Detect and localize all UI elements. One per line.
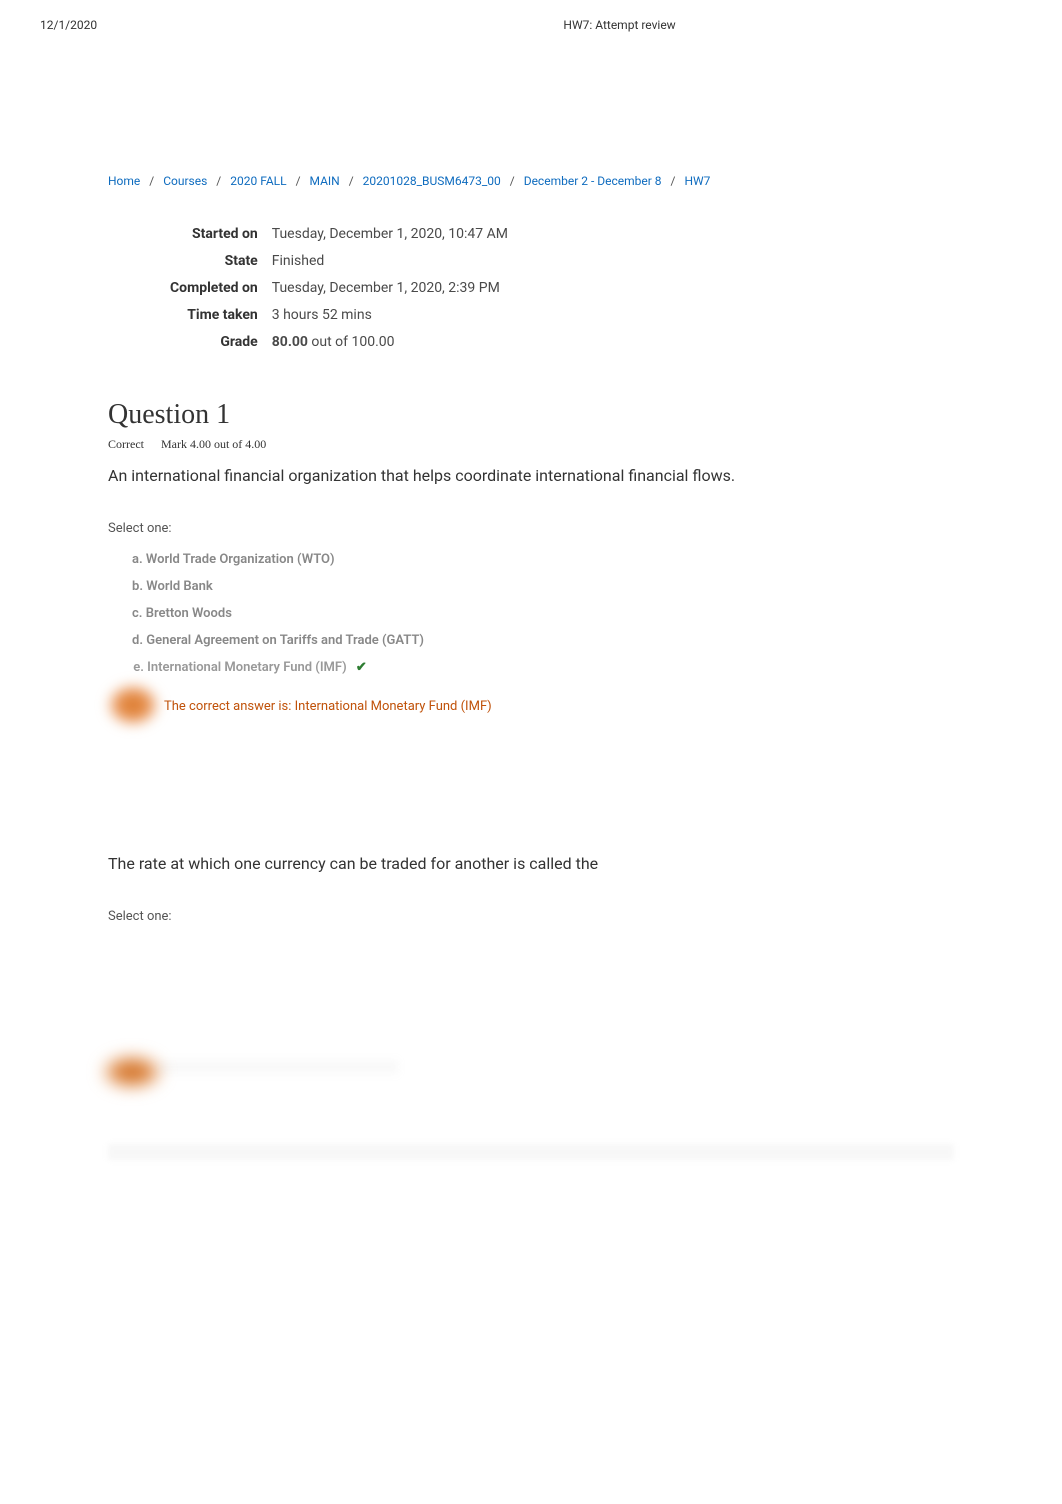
question-title: Question 1 <box>108 399 954 431</box>
breadcrumb-2020fall[interactable]: 2020 FALL <box>230 174 286 188</box>
option-text: World Bank <box>146 579 213 594</box>
option-key: e. <box>133 660 144 675</box>
blur-overlay <box>100 1054 164 1090</box>
page-header: 12/1/2020 HW7: Attempt review <box>0 0 1062 44</box>
summary-value: Tuesday, December 1, 2020, 2:39 PM <box>272 278 508 303</box>
blurred-footer-bar <box>108 1144 954 1160</box>
options-list: a. World Trade Organization (WTO) b. Wor… <box>108 546 954 681</box>
summary-row: State Finished <box>170 251 508 276</box>
summary-row: Completed on Tuesday, December 1, 2020, … <box>170 278 508 303</box>
option-key: c. <box>132 606 142 621</box>
option-a[interactable]: a. World Trade Organization (WTO) <box>132 546 954 573</box>
option-c[interactable]: c. Bretton Woods <box>132 600 954 627</box>
breadcrumb-sep: / <box>216 174 221 188</box>
option-b[interactable]: b. World Bank <box>132 573 954 600</box>
header-title: HW7: Attempt review <box>97 18 1022 32</box>
breadcrumb-sep: / <box>296 174 301 188</box>
summary-row: Started on Tuesday, December 1, 2020, 10… <box>170 224 508 249</box>
breadcrumb-course-code[interactable]: 20201028_BUSM6473_00 <box>363 174 501 188</box>
option-text: World Trade Organization (WTO) <box>146 552 335 567</box>
question-meta: Correct Mark 4.00 out of 4.00 <box>108 437 954 452</box>
summary-row-grade: Grade 80.00 out of 100.00 <box>170 332 508 357</box>
question-2: The rate at which one currency can be tr… <box>108 854 954 1160</box>
question-status: Correct <box>108 437 144 451</box>
option-e[interactable]: e. International Monetary Fund (IMF) ✔ <box>112 654 954 681</box>
option-key: b. <box>132 579 143 594</box>
select-one-label: Select one: <box>108 521 954 536</box>
grade-number: 80.00 <box>272 334 308 350</box>
summary-grade-value: 80.00 out of 100.00 <box>272 332 508 357</box>
breadcrumb-courses[interactable]: Courses <box>163 174 207 188</box>
header-date: 12/1/2020 <box>40 18 97 32</box>
option-text: General Agreement on Tariffs and Trade (… <box>146 633 424 648</box>
breadcrumb: Home / Courses / 2020 FALL / MAIN / 2020… <box>108 174 954 188</box>
correct-answer: International Monetary Fund (IMF) <box>295 699 492 714</box>
blurred-feedback <box>108 1054 954 1114</box>
question-1: Question 1 Correct Mark 4.00 out of 4.00… <box>108 399 954 714</box>
option-text: International Monetary Fund (IMF) <box>147 660 346 675</box>
summary-label: Completed on <box>170 278 270 303</box>
summary-label: Time taken <box>170 305 270 330</box>
question-text: An international financial organization … <box>108 466 954 485</box>
breadcrumb-sep: / <box>349 174 354 188</box>
summary-grade-label: Grade <box>170 332 270 357</box>
summary-value: 3 hours 52 mins <box>272 305 508 330</box>
summary-value: Finished <box>272 251 508 276</box>
grade-suffix: out of 100.00 <box>308 334 395 350</box>
summary-label: State <box>170 251 270 276</box>
breadcrumb-week[interactable]: December 2 - December 8 <box>524 174 662 188</box>
question-mark: Mark 4.00 out of 4.00 <box>161 437 266 451</box>
correct-prefix: The correct answer is: <box>164 699 295 714</box>
breadcrumb-sep: / <box>510 174 515 188</box>
main-content: Home / Courses / 2020 FALL / MAIN / 2020… <box>0 44 1062 1200</box>
blur-line <box>158 1060 398 1074</box>
option-key: d. <box>132 633 143 648</box>
correct-feedback: The correct answer is: International Mon… <box>126 699 954 714</box>
select-one-label: Select one: <box>108 909 954 924</box>
radio-icon <box>112 661 126 675</box>
option-key: a. <box>132 552 143 567</box>
option-d[interactable]: d. General Agreement on Tariffs and Trad… <box>132 627 954 654</box>
breadcrumb-main[interactable]: MAIN <box>310 174 340 188</box>
question-text: The rate at which one currency can be tr… <box>108 854 954 873</box>
check-icon: ✔ <box>356 660 367 675</box>
summary-value: Tuesday, December 1, 2020, 10:47 AM <box>272 224 508 249</box>
summary-row: Time taken 3 hours 52 mins <box>170 305 508 330</box>
breadcrumb-hw7[interactable]: HW7 <box>684 174 710 188</box>
summary-label: Started on <box>170 224 270 249</box>
option-text: Bretton Woods <box>146 606 232 621</box>
attempt-summary-table: Started on Tuesday, December 1, 2020, 10… <box>168 222 510 359</box>
breadcrumb-sep: / <box>149 174 154 188</box>
breadcrumb-sep: / <box>671 174 676 188</box>
correct-answer-text: The correct answer is: International Mon… <box>126 699 954 714</box>
breadcrumb-home[interactable]: Home <box>108 174 140 188</box>
